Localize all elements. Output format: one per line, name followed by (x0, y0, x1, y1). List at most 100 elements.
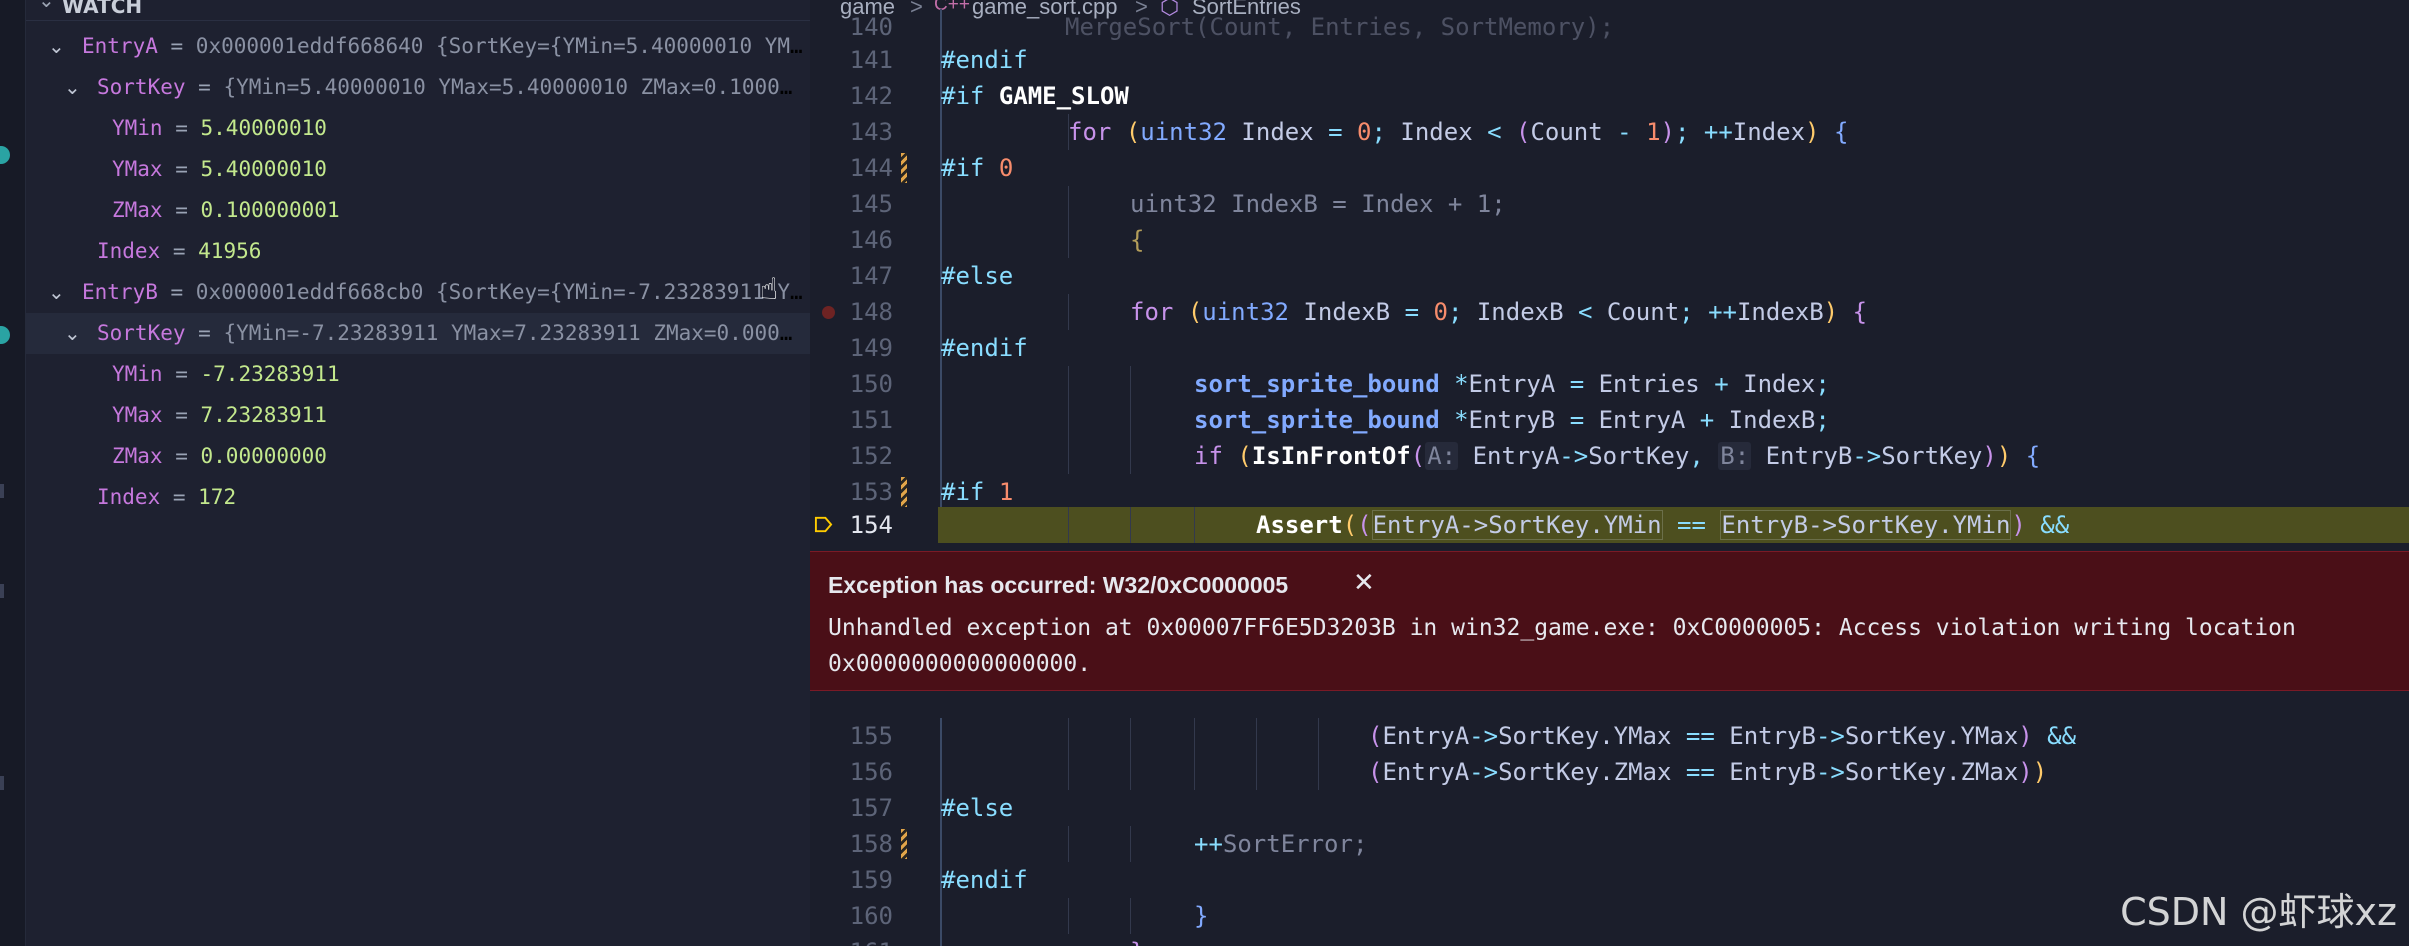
chevron-down-icon[interactable]: ⌄ (64, 67, 81, 108)
code-line[interactable]: 155 (EntryA->SortKey.YMax == EntryB->Sor… (810, 718, 2409, 754)
watch-var-value: {YMin=-7.23283911 YMax=7.23283911 ZMax=0… (223, 321, 804, 345)
watch-row-sortkey[interactable]: ⌄ SortKey = {YMin=-7.23283911 YMax=7.232… (26, 313, 810, 354)
activity-mark (0, 584, 4, 598)
watch-var-name: SortKey (97, 321, 186, 345)
chevron-down-icon[interactable]: ⌄ (48, 272, 65, 313)
line-number: 159 (849, 866, 893, 894)
watch-var-value: 0.100000001 (200, 198, 340, 222)
debug-status-dot-icon (0, 326, 10, 344)
watch-var-name: SortKey (97, 75, 186, 99)
code-line[interactable]: 140 MergeSort(Count, Entries, SortMemory… (810, 9, 2409, 45)
chevron-down-icon[interactable]: ⌄ (38, 0, 55, 12)
code-text: #endif (941, 334, 1028, 362)
code-line[interactable]: 144 #if 0 (810, 150, 2409, 186)
watch-row-index[interactable]: Index = 41956 (26, 231, 810, 272)
modified-gutter-marker (901, 477, 907, 507)
watch-var-name: YMin (112, 362, 163, 386)
code-text: #if 0 (941, 154, 1014, 182)
watch-row-entryb[interactable]: ⌄ EntryB = 0x000001eddf668cb0 {SortKey={… (26, 272, 810, 313)
code-text: ++SortError; (1194, 830, 1368, 858)
code-text: #endif (941, 866, 1028, 894)
code-line[interactable]: 150 sort_sprite_bound *EntryA = Entries … (810, 366, 2409, 402)
watch-row-zmax[interactable]: ZMax = 0.00000000 (26, 436, 810, 477)
watch-var-name: YMax (112, 403, 163, 427)
watermark: CSDN @虾球xz (2120, 890, 2397, 934)
code-line[interactable]: 153 #if 1 (810, 474, 2409, 510)
watch-row-ymax[interactable]: YMax = 7.23283911 (26, 395, 810, 436)
watch-row-ymin[interactable]: YMin = 5.40000010 (26, 108, 810, 149)
watch-var-name: EntryA (82, 34, 158, 58)
watch-row-index[interactable]: Index = 172 (26, 477, 810, 518)
line-number: 141 (849, 46, 893, 74)
code-text: Assert((EntryA->SortKey.YMin == EntryB->… (1256, 510, 2070, 540)
code-text: #else (941, 794, 1014, 822)
code-editor[interactable]: game > C++ game_sort.cpp > ⬡ SortEntries… (810, 0, 2409, 946)
watch-var-name: Index (97, 239, 161, 263)
line-number: 150 (849, 370, 893, 398)
code-text: { (1130, 226, 1145, 254)
activity-bar (0, 0, 26, 946)
code-text: if (IsInFrontOf(A: EntryA->SortKey, B: E… (1194, 442, 2041, 470)
code-line[interactable]: 146 { (810, 222, 2409, 258)
watch-row-ymax[interactable]: YMax = 5.40000010 (26, 149, 810, 190)
watch-row-ymin[interactable]: YMin = -7.23283911 (26, 354, 810, 395)
exception-message: Unhandled exception at 0x00007FF6E5D3203… (828, 615, 2296, 677)
code-text: (EntryA->SortKey.YMax == EntryB->SortKey… (1368, 722, 2077, 750)
watch-var-name: YMin (112, 116, 163, 140)
watch-var-value: 172 (198, 485, 237, 509)
exception-title: Exception has occurred: W32/0xC0000005 (828, 572, 1289, 598)
activity-mark (0, 484, 4, 498)
code-line[interactable]: 151 sort_sprite_bound *EntryB = EntryA +… (810, 402, 2409, 438)
debug-status-dot-icon (0, 146, 10, 164)
watch-header[interactable]: ⌄ WATCH (26, 0, 810, 21)
code-line[interactable]: 158 ++SortError; (810, 826, 2409, 862)
code-text: #endif (941, 46, 1028, 74)
line-number: 155 (849, 722, 893, 750)
close-icon[interactable]: ✕ (1353, 568, 1375, 598)
line-number: 143 (849, 118, 893, 146)
watch-row-sortkey[interactable]: ⌄ SortKey = {YMin=5.40000010 YMax=5.4000… (26, 67, 810, 108)
watch-var-value: 5.40000010 (200, 116, 327, 140)
watch-var-value: 0x000001eddf668cb0 {SortKey={YMin=-7.232… (195, 280, 804, 304)
line-number: 146 (849, 226, 893, 254)
line-number: 161 (810, 938, 893, 946)
code-line[interactable]: 141 #endif (810, 42, 2409, 78)
watch-var-name: Index (97, 485, 161, 509)
line-number: 145 (849, 190, 893, 218)
code-text: #if GAME_SLOW (941, 82, 1129, 110)
exception-widget: Exception has occurred: W32/0xC0000005 ✕… (810, 551, 2409, 691)
code-text: for (uint32 IndexB = 0; IndexB < Count; … (1130, 298, 1868, 326)
line-number: 152 (849, 442, 893, 470)
code-text: sort_sprite_bound *EntryA = Entries + In… (1194, 370, 1830, 398)
code-line[interactable]: 142 #if GAME_SLOW (810, 78, 2409, 114)
chevron-down-icon[interactable]: ⌄ (64, 313, 81, 354)
modified-gutter-marker (901, 829, 907, 859)
modified-gutter-marker (901, 153, 907, 183)
watch-var-value: 0.00000000 (200, 444, 327, 468)
code-line[interactable]: 147 #else (810, 258, 2409, 294)
watch-row-zmax[interactable]: ZMax = 0.100000001 (26, 190, 810, 231)
code-line[interactable]: 145 uint32 IndexB = Index + 1; (810, 186, 2409, 222)
code-line[interactable]: 156 (EntryA->SortKey.ZMax == EntryB->Sor… (810, 754, 2409, 790)
code-line[interactable]: 149 #endif (810, 330, 2409, 366)
watch-var-value: 7.23283911 (200, 403, 327, 427)
watch-var-value: {YMin=5.40000010 YMax=5.40000010 ZMax=0.… (223, 75, 804, 99)
line-number: 157 (849, 794, 893, 822)
watch-var-value: 5.40000010 (200, 157, 327, 181)
code-line[interactable]: 152 if (IsInFrontOf(A: EntryA->SortKey, … (810, 438, 2409, 474)
watch-var-value: 41956 (198, 239, 262, 263)
code-line[interactable]: 157 #else (810, 790, 2409, 826)
line-number: 142 (849, 82, 893, 110)
watch-row-entrya[interactable]: ⌄ EntryA = 0x000001eddf668640 {SortKey={… (26, 26, 810, 67)
chevron-down-icon[interactable]: ⌄ (48, 26, 65, 67)
code-line-current[interactable]: 154 Assert((EntryA->SortKey.YMin == Entr… (810, 507, 2409, 543)
activity-mark (0, 776, 4, 790)
line-number: 151 (849, 406, 893, 434)
code-line[interactable]: 143 for (uint32 Index = 0; Index < (Coun… (810, 114, 2409, 150)
watch-var-name: EntryB (82, 280, 158, 304)
code-text: uint32 IndexB = Index + 1; (1130, 190, 1506, 218)
line-number: 153 (849, 478, 893, 506)
line-number: 156 (849, 758, 893, 786)
watch-var-name: ZMax (112, 444, 163, 468)
code-line[interactable]: 148 for (uint32 IndexB = 0; IndexB < Cou… (810, 294, 2409, 330)
